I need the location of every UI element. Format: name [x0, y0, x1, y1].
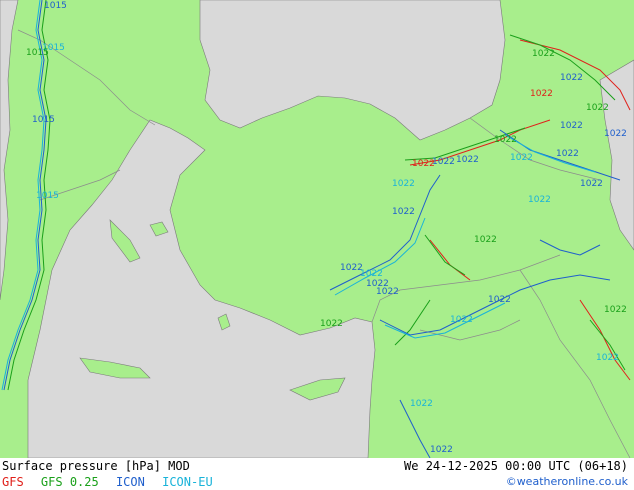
isobar-label: 1022: [596, 353, 619, 363]
isobar-label: 1015: [44, 1, 67, 11]
isobar-label: 1022: [410, 399, 433, 409]
valid-time: We 24-12-2025 00:00 UTC (06+18): [404, 459, 628, 473]
isobar-label: 1022: [604, 305, 627, 315]
credit-link[interactable]: ©weatheronline.co.uk: [506, 475, 628, 489]
isobar-label: 1022: [474, 235, 497, 245]
legend-gfs-025: GFS 0.25: [40, 475, 99, 489]
isobar-label: 1022: [430, 445, 453, 455]
isobar-label: 1022: [360, 269, 383, 279]
legend-icon-eu: ICON-EU: [162, 475, 213, 489]
isobar-label: 1022: [528, 195, 551, 205]
isobar-label: 1022: [560, 121, 583, 131]
legend-gfs: GFS: [2, 475, 24, 489]
isobar-label: 1022: [580, 179, 603, 189]
isobar-label: 1015: [32, 115, 55, 125]
isobar-label: 1022: [586, 103, 609, 113]
isobar-label: 1022: [560, 73, 583, 83]
map-title: Surface pressure [hPa] MOD: [2, 459, 190, 473]
isobar-label: 1022: [510, 153, 533, 163]
isobar-label: 1022: [392, 179, 415, 189]
isobar-label: 1022: [494, 135, 517, 145]
isobar-label: 1022: [604, 129, 627, 139]
map-footer: Surface pressure [hPa] MOD We 24-12-2025…: [0, 458, 634, 490]
isobar-label: 1022: [488, 295, 511, 305]
isobar-label: 1022: [450, 315, 473, 325]
isobar-label: 1022: [532, 49, 555, 59]
isobar-label: 1022: [320, 319, 343, 329]
isobar-label: 1022: [432, 157, 455, 167]
isobar-label: 1022: [556, 149, 579, 159]
isobar-label: 1022: [392, 207, 415, 217]
isobar-label: 1022: [376, 287, 399, 297]
isobar-label: 1022: [456, 155, 479, 165]
isobar-label: 1022: [530, 89, 553, 99]
isobar-label: 1015: [26, 48, 49, 58]
isobar-label: 1015: [36, 191, 59, 201]
legend-icon: ICON: [115, 475, 145, 489]
model-legend: GFS GFS 0.25 ICON ICON-EU: [2, 475, 223, 489]
pressure-map: 1015 1015 1015 1015 1015 1022 1022 1022 …: [0, 0, 634, 458]
